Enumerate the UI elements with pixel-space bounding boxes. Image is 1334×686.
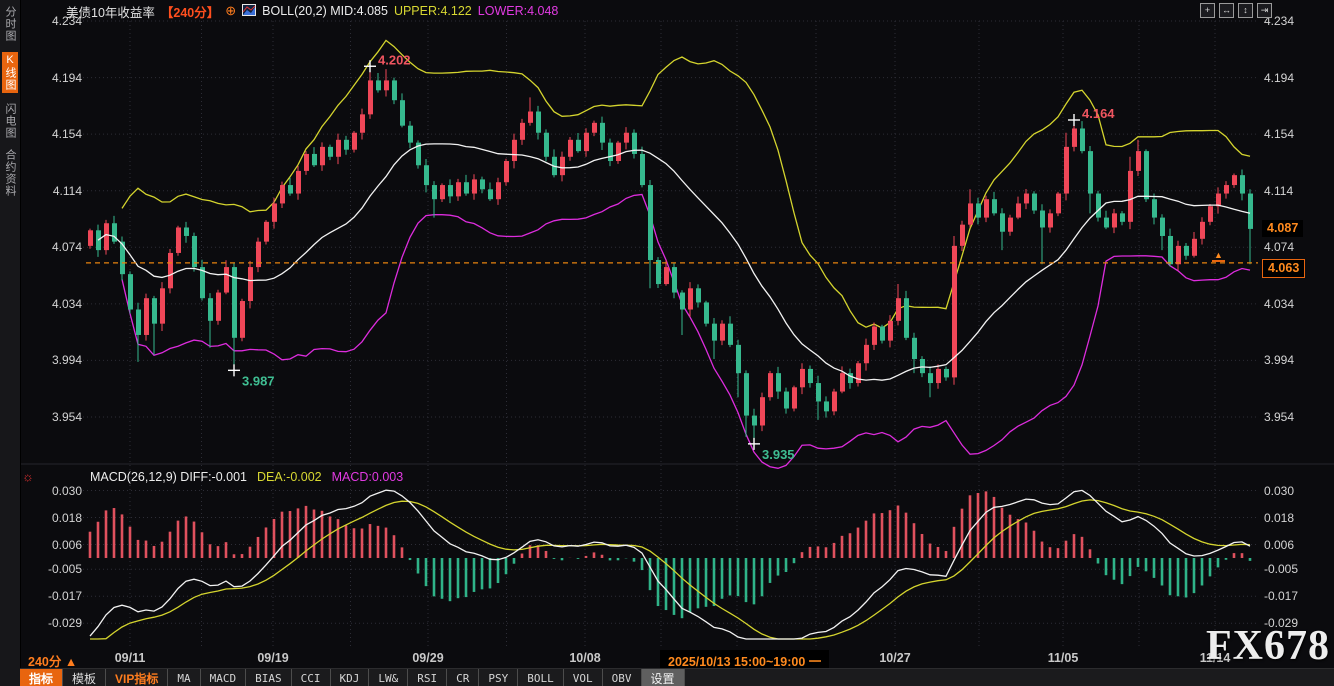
macd-axis-label-left: 0.018 — [22, 511, 82, 525]
macd-axis-label-right: 0.018 — [1264, 511, 1328, 525]
y-axis-label-right: 4.114 — [1264, 184, 1328, 198]
add-indicator-icon[interactable]: ⊕ — [225, 3, 236, 19]
y-axis-label-right: 4.034 — [1264, 297, 1328, 311]
y-axis-label-right: 3.994 — [1264, 353, 1328, 367]
brand-watermark: FX678 — [1206, 622, 1330, 670]
interval-tag: 【240分】 — [161, 2, 219, 21]
y-axis-label-right: 3.954 — [1264, 410, 1328, 424]
macd-axis-label-right: 0.030 — [1264, 484, 1328, 498]
macd-axis-label-left: 0.006 — [22, 538, 82, 552]
toolbar-item[interactable]: BIAS — [246, 669, 292, 686]
toolbar-item[interactable]: 设置 — [642, 669, 685, 686]
svg-text:4.202: 4.202 — [378, 52, 411, 67]
macd-axis-label-right: -0.017 — [1264, 589, 1328, 603]
chart-thumbnail-icon[interactable] — [242, 4, 256, 19]
y-axis-label-right: 4.154 — [1264, 127, 1328, 141]
instrument-title: 美债10年收益率 — [66, 2, 155, 21]
chart-title-row: 美债10年收益率 【240分】 ⊕ BOLL(20,2) MID:4.085 U… — [66, 3, 558, 19]
y-axis-scale-icon[interactable]: ↕ — [1238, 3, 1253, 18]
alert-price-tag[interactable]: 4.063 — [1262, 259, 1305, 278]
macd-axis-label-left: -0.017 — [22, 589, 82, 603]
svg-text:4.164: 4.164 — [1082, 106, 1115, 121]
macd-header: MACD(26,12,9) DIFF:-0.001 DEA:-0.002 MAC… — [90, 470, 403, 484]
sidebar-item-inactive[interactable]: 分时图 — [3, 6, 17, 42]
y-axis-label-left: 3.994 — [22, 353, 82, 367]
indicator-toolbar: 指标模板VIP指标MAMACDBIASCCIKDJLW&RSICRPSYBOLL… — [20, 668, 1334, 686]
sidebar-item-inactive[interactable]: 闪电图 — [3, 103, 17, 139]
macd-axis-label-right: -0.005 — [1264, 562, 1328, 576]
toolbar-item[interactable]: 模板 — [63, 669, 106, 686]
toolbar-item[interactable]: CR — [447, 669, 479, 686]
toolbar-item[interactable]: RSI — [408, 669, 447, 686]
y-axis-label-left: 4.074 — [22, 240, 82, 254]
boll-mid-readout: BOLL(20,2) MID:4.085 — [262, 4, 388, 18]
indicator-settings-icon[interactable]: ☼ — [22, 469, 34, 484]
toolbar-item[interactable]: KDJ — [331, 669, 370, 686]
x-axis-scale-icon[interactable]: ↔ — [1219, 3, 1234, 18]
chart-tool-icons: + ↔ ↕ ⇥ — [1200, 3, 1272, 18]
last-price-tag: 4.087 — [1262, 220, 1303, 237]
toolbar-item[interactable]: VOL — [564, 669, 603, 686]
y-axis-label-left: 4.154 — [22, 127, 82, 141]
y-axis-label-left: 4.114 — [22, 184, 82, 198]
y-axis-label-left: 3.954 — [22, 410, 82, 424]
svg-text:3.987: 3.987 — [242, 373, 275, 388]
trading-app-window: { "sidebar": { "items": [ {"label":"分时图"… — [0, 0, 1334, 686]
toolbar-item[interactable]: LW& — [369, 669, 408, 686]
time-axis-row: 240分 ▲ 2025/10/13 15:00~19:00 一 09/1109/… — [20, 650, 1334, 668]
toolbar-item[interactable]: PSY — [479, 669, 518, 686]
toolbar-item[interactable]: BOLL — [518, 669, 564, 686]
sidebar-item-inactive[interactable]: 合约资料 — [3, 149, 17, 197]
chart-canvas[interactable]: 4.202 3.987 4.164 3.935 — [0, 0, 1334, 650]
toolbar-item[interactable]: MA — [168, 669, 200, 686]
y-axis-label-right: 4.194 — [1264, 71, 1328, 85]
date-tick-label: 09/11 — [115, 651, 146, 665]
macd-dea-readout: DEA:-0.002 — [257, 470, 322, 484]
y-axis-label-right: 4.074 — [1264, 240, 1328, 254]
date-tick-label: 10/08 — [569, 651, 600, 665]
toolbar-item[interactable]: MACD — [201, 669, 247, 686]
date-tick-label: 11/05 — [1048, 651, 1079, 665]
macd-axis-label-left: 0.030 — [22, 484, 82, 498]
y-axis-label-left: 4.034 — [22, 297, 82, 311]
date-tick-label: 10/27 — [879, 651, 910, 665]
macd-diff-readout: MACD(26,12,9) DIFF:-0.001 — [90, 470, 247, 484]
macd-hist-readout: MACD:0.003 — [332, 470, 404, 484]
shift-right-icon[interactable]: ⇥ — [1257, 3, 1272, 18]
toolbar-item[interactable]: CCI — [292, 669, 331, 686]
y-axis-label-right: 4.234 — [1264, 14, 1328, 28]
macd-axis-label-right: 0.006 — [1264, 538, 1328, 552]
boll-upper-readout: UPPER:4.122 — [394, 4, 472, 18]
toolbar-item[interactable]: 指标 — [20, 669, 63, 686]
toolbar-item[interactable]: OBV — [603, 669, 642, 686]
chart-type-sidebar: 分时图 K线图闪电图合约资料 — [0, 0, 21, 686]
svg-text:3.935: 3.935 — [762, 447, 795, 462]
toolbar-item[interactable]: VIP指标 — [106, 669, 168, 686]
pan-icon[interactable]: + — [1200, 3, 1215, 18]
alert-arrow-icon[interactable]: ▲ — [1212, 251, 1225, 262]
date-tick-label: 09/19 — [257, 651, 288, 665]
y-axis-label-left: 4.194 — [22, 71, 82, 85]
boll-lower-readout: LOWER:4.048 — [478, 4, 559, 18]
macd-axis-label-left: -0.029 — [22, 616, 82, 630]
sidebar-item-active[interactable]: K线图 — [2, 52, 18, 93]
date-tick-label: 09/29 — [412, 651, 443, 665]
macd-axis-label-left: -0.005 — [22, 562, 82, 576]
